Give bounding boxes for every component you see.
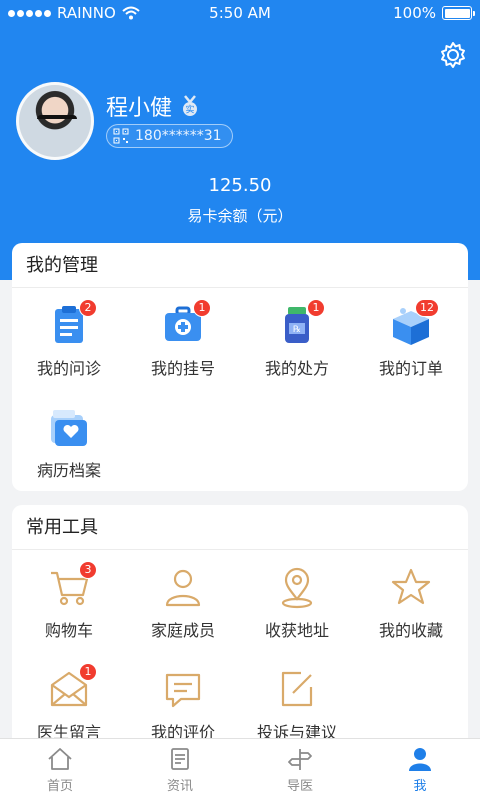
management-item-prescription[interactable]: ℞ 1 我的处方 — [240, 299, 354, 379]
management-item-label: 病历档案 — [36, 461, 101, 480]
tab-label: 资讯 — [166, 779, 193, 794]
svg-text:℞: ℞ — [293, 325, 301, 335]
card-balance[interactable]: 125.50 — [0, 175, 480, 196]
tab-me[interactable]: 我 — [360, 739, 480, 800]
tools-card: 常用工具 3 购物车 家庭成员 收获地址 我的收藏 1 医生留言 我的评价 投诉… — [12, 505, 468, 765]
orders-count-badge: 12 — [415, 299, 439, 317]
signpost-icon — [288, 749, 312, 770]
tab-home[interactable]: 首页 — [0, 739, 120, 800]
tool-item-label: 我的收藏 — [378, 621, 443, 640]
tool-item-reviews[interactable]: 我的评价 — [126, 667, 240, 743]
user-name-row: 程小健 实 — [106, 90, 200, 122]
management-item-label: 我的挂号 — [150, 359, 215, 378]
bottom-tab-bar: 首页 资讯 导医 我 — [0, 738, 480, 800]
star-icon — [391, 568, 431, 605]
tool-item-family[interactable]: 家庭成员 — [126, 565, 240, 641]
card-balance-label: 易卡余额（元） — [187, 207, 293, 225]
tab-label: 我 — [413, 779, 427, 794]
management-item-consultation[interactable]: 2 我的问诊 — [12, 299, 126, 379]
management-item-registration[interactable]: 1 我的挂号 — [126, 299, 240, 379]
tool-item-label: 购物车 — [44, 621, 93, 640]
svg-text:实: 实 — [186, 104, 195, 116]
battery-percent: 100% — [393, 4, 436, 22]
tool-item-cart[interactable]: 3 购物车 — [12, 561, 126, 641]
verified-medal-icon: 实 — [183, 95, 198, 116]
tool-item-address[interactable]: 收获地址 — [240, 565, 354, 641]
status-bar: RAINNO 5:50 AM 100% — [0, 0, 480, 28]
phone-qr-pill[interactable]: 180******31 — [106, 124, 233, 148]
settings-gear-icon[interactable] — [438, 40, 468, 70]
tool-item-favorites[interactable]: 我的收藏 — [354, 565, 468, 641]
cart-count-badge: 3 — [79, 561, 97, 579]
consultation-count-badge: 2 — [79, 299, 97, 317]
management-item-orders[interactable]: 12 我的订单 — [354, 299, 468, 379]
family-member-icon — [165, 569, 201, 607]
management-item-medical-records[interactable]: 病历档案 — [12, 405, 126, 481]
comment-icon — [165, 673, 201, 708]
edit-icon — [281, 671, 313, 707]
prescription-count-badge: 1 — [307, 299, 325, 317]
home-icon — [48, 748, 72, 770]
registration-count-badge: 1 — [193, 299, 211, 317]
medical-record-folder-icon — [51, 410, 87, 446]
location-pin-icon — [281, 567, 313, 609]
management-item-label: 我的问诊 — [36, 359, 101, 378]
tab-guide[interactable]: 导医 — [240, 739, 360, 800]
qr-code-icon — [113, 128, 129, 144]
phone-number: 180******31 — [135, 128, 222, 144]
tool-item-doctor-message[interactable]: 1 医生留言 — [12, 663, 126, 743]
user-name: 程小健 — [106, 96, 173, 121]
news-icon — [171, 748, 189, 770]
management-title: 我的管理 — [12, 243, 468, 288]
management-item-label: 我的订单 — [378, 359, 443, 378]
battery-icon — [442, 6, 475, 20]
profile-header: RAINNO 5:50 AM 100% 程小健 实 180******31 12… — [0, 0, 480, 280]
management-item-label: 我的处方 — [264, 359, 329, 378]
management-card: 我的管理 2 我的问诊 1 我的挂号 ℞ 1 我的处方 12 我的订单 病历档案 — [12, 243, 468, 491]
user-icon — [409, 748, 431, 771]
tool-item-label: 家庭成员 — [150, 621, 215, 640]
tool-item-label: 收获地址 — [264, 621, 329, 640]
doctor-message-count-badge: 1 — [79, 663, 97, 681]
tab-news[interactable]: 资讯 — [120, 739, 240, 800]
tab-label: 首页 — [46, 779, 73, 794]
tools-title: 常用工具 — [12, 505, 468, 550]
tool-item-feedback[interactable]: 投诉与建议 — [240, 667, 354, 743]
tab-label: 导医 — [286, 779, 313, 794]
avatar[interactable] — [16, 82, 94, 160]
